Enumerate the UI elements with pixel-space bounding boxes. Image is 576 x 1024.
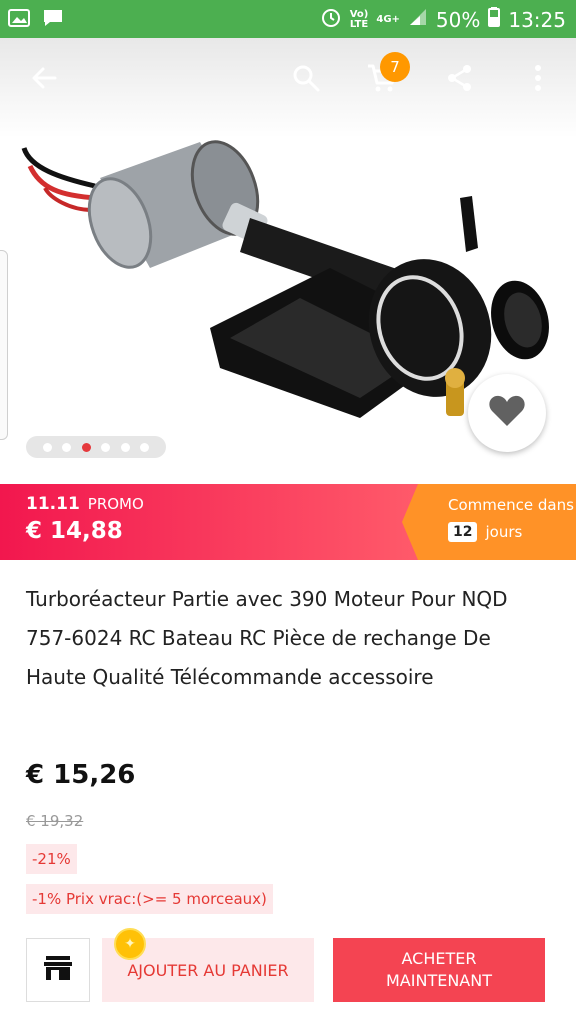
share-button[interactable] bbox=[436, 56, 484, 104]
pager-dot[interactable] bbox=[101, 442, 111, 452]
clock: 13:25 bbox=[508, 7, 566, 32]
heart-icon bbox=[488, 394, 526, 432]
favorite-button[interactable] bbox=[468, 374, 546, 452]
search-button[interactable] bbox=[282, 56, 330, 104]
promo-label: PROMO bbox=[87, 495, 144, 513]
share-icon bbox=[445, 63, 475, 97]
pager-dot[interactable] bbox=[140, 442, 150, 452]
notification-icons bbox=[8, 8, 64, 32]
promo-price: € 14,88 bbox=[26, 518, 123, 544]
more-options-button[interactable] bbox=[514, 56, 562, 104]
bulk-price-badge: -1% Prix vrac:(>= 5 morceaux) bbox=[26, 884, 273, 914]
product-title: Turboréacteur Partie avec 390 Moteur Pou… bbox=[26, 587, 508, 689]
pager-dot[interactable] bbox=[42, 442, 52, 452]
more-vertical-icon bbox=[533, 63, 543, 97]
countdown-days-value: 12 bbox=[448, 522, 478, 542]
pager-dot[interactable] bbox=[62, 442, 72, 452]
promo-price-block: 11.11 PROMO € 14,88 bbox=[0, 484, 418, 560]
lte-label: LTE bbox=[349, 18, 369, 30]
network-type: 4G+ bbox=[376, 13, 400, 25]
battery-percent: 50% bbox=[435, 7, 481, 32]
current-price: € 15,26 bbox=[26, 760, 136, 790]
pager-dot-active[interactable] bbox=[81, 442, 91, 452]
pager-dot[interactable] bbox=[120, 442, 130, 452]
arrow-left-icon bbox=[29, 63, 59, 97]
cart-count-badge: 7 bbox=[380, 52, 410, 82]
image-pager[interactable] bbox=[26, 436, 166, 458]
coin-icon: ✦ bbox=[114, 928, 146, 960]
drawer-handle[interactable] bbox=[0, 250, 8, 440]
message-notification-icon bbox=[42, 8, 64, 32]
countdown-label: Commence dans bbox=[448, 496, 574, 514]
system-indicators: Vo) LTE 4G+ 50% 13:25 bbox=[320, 6, 566, 33]
store-icon bbox=[43, 954, 73, 986]
product-gallery[interactable]: 7 bbox=[0, 38, 576, 484]
promo-banner[interactable]: 11.11 PROMO € 14,88 Commence dans 12 jour… bbox=[0, 484, 576, 560]
alarm-icon bbox=[320, 6, 342, 33]
status-bar: Vo) LTE 4G+ 50% 13:25 bbox=[0, 0, 576, 38]
store-button[interactable] bbox=[26, 938, 90, 1002]
signal-icon bbox=[408, 8, 428, 31]
back-button[interactable] bbox=[20, 56, 68, 104]
image-notification-icon bbox=[8, 8, 30, 32]
search-icon bbox=[291, 63, 321, 97]
promo-countdown: Commence dans 12 jours bbox=[402, 484, 576, 560]
buy-now-button[interactable]: ACHETER MAINTENANT bbox=[333, 938, 545, 1002]
original-price: € 19,32 bbox=[26, 812, 84, 830]
discount-badge: -21% bbox=[26, 844, 77, 874]
countdown-unit: jours bbox=[485, 523, 523, 541]
battery-icon bbox=[488, 7, 501, 32]
volte-indicator: Vo) LTE bbox=[349, 9, 369, 30]
promo-event: 11.11 bbox=[26, 494, 80, 514]
